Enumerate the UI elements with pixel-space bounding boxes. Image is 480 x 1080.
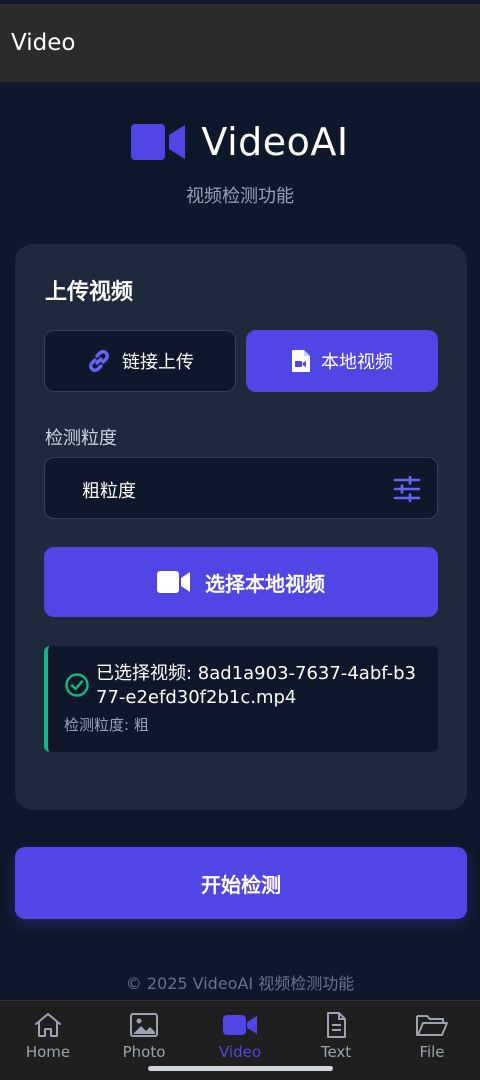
video-icon [223,1015,257,1035]
nav-label-file: File [419,1043,445,1061]
link-icon [89,350,109,372]
selected-file-name: 已选择视频: 8ad1a903-7637-4abf-b377-e2efd30f2… [96,663,416,708]
granularity-label: 检测粒度 [45,428,117,449]
brand-name: VideoAI [201,120,349,164]
start-detection-button[interactable]: 开始检测 [15,847,467,919]
nav-label-text: Text [320,1043,352,1061]
check-circle-icon [65,673,89,697]
upload-card-title: 上传视频 [45,280,134,305]
home-indicator[interactable] [148,1066,333,1071]
video-file-icon [292,350,310,372]
nav-item-file[interactable]: File [384,1001,480,1080]
video-camera-icon [157,571,190,593]
selected-granularity: 检测粒度: 粗 [64,716,149,734]
tab-link-upload-label: 链接上传 [122,352,194,373]
granularity-selected-value: 粗粒度 [82,481,136,502]
tab-local-video-label: 本地视频 [321,352,393,373]
nav-item-home[interactable]: Home [0,1001,96,1080]
tab-local-video[interactable]: 本地视频 [246,330,438,392]
select-local-video-button[interactable]: 选择本地视频 [44,547,438,617]
select-local-video-label: 选择本地视频 [205,571,325,596]
chevron-down-icon [335,485,347,491]
video-camera-icon [131,124,186,160]
nav-label-home: Home [25,1043,71,1061]
brand-header: VideoAI [0,120,480,164]
folder-icon [416,1015,448,1036]
start-detection-label: 开始检测 [201,872,281,897]
photo-icon [130,1013,158,1037]
footer-copyright: © 2025 VideoAI 视频检测功能 [125,974,355,993]
home-icon [35,1013,61,1037]
nav-label-photo: Photo [122,1043,166,1061]
granularity-select[interactable]: 粗粒度 [44,457,438,519]
upload-card: 上传视频 链接上传 本地视频 检测粒度 粗粒度 选择本地视频 已选择视频: 8a… [15,244,467,810]
brand-subtitle: 视频检测功能 [186,186,294,207]
tab-link-upload[interactable]: 链接上传 [44,330,236,392]
text-document-icon [327,1012,346,1038]
app-bar: Video [0,4,480,82]
selected-file-info: 已选择视频: 8ad1a903-7637-4abf-b377-e2efd30f2… [44,646,438,752]
app-bar-title: Video [11,30,76,56]
nav-label-video: Video [218,1043,262,1061]
tune-sliders-icon [393,476,421,502]
